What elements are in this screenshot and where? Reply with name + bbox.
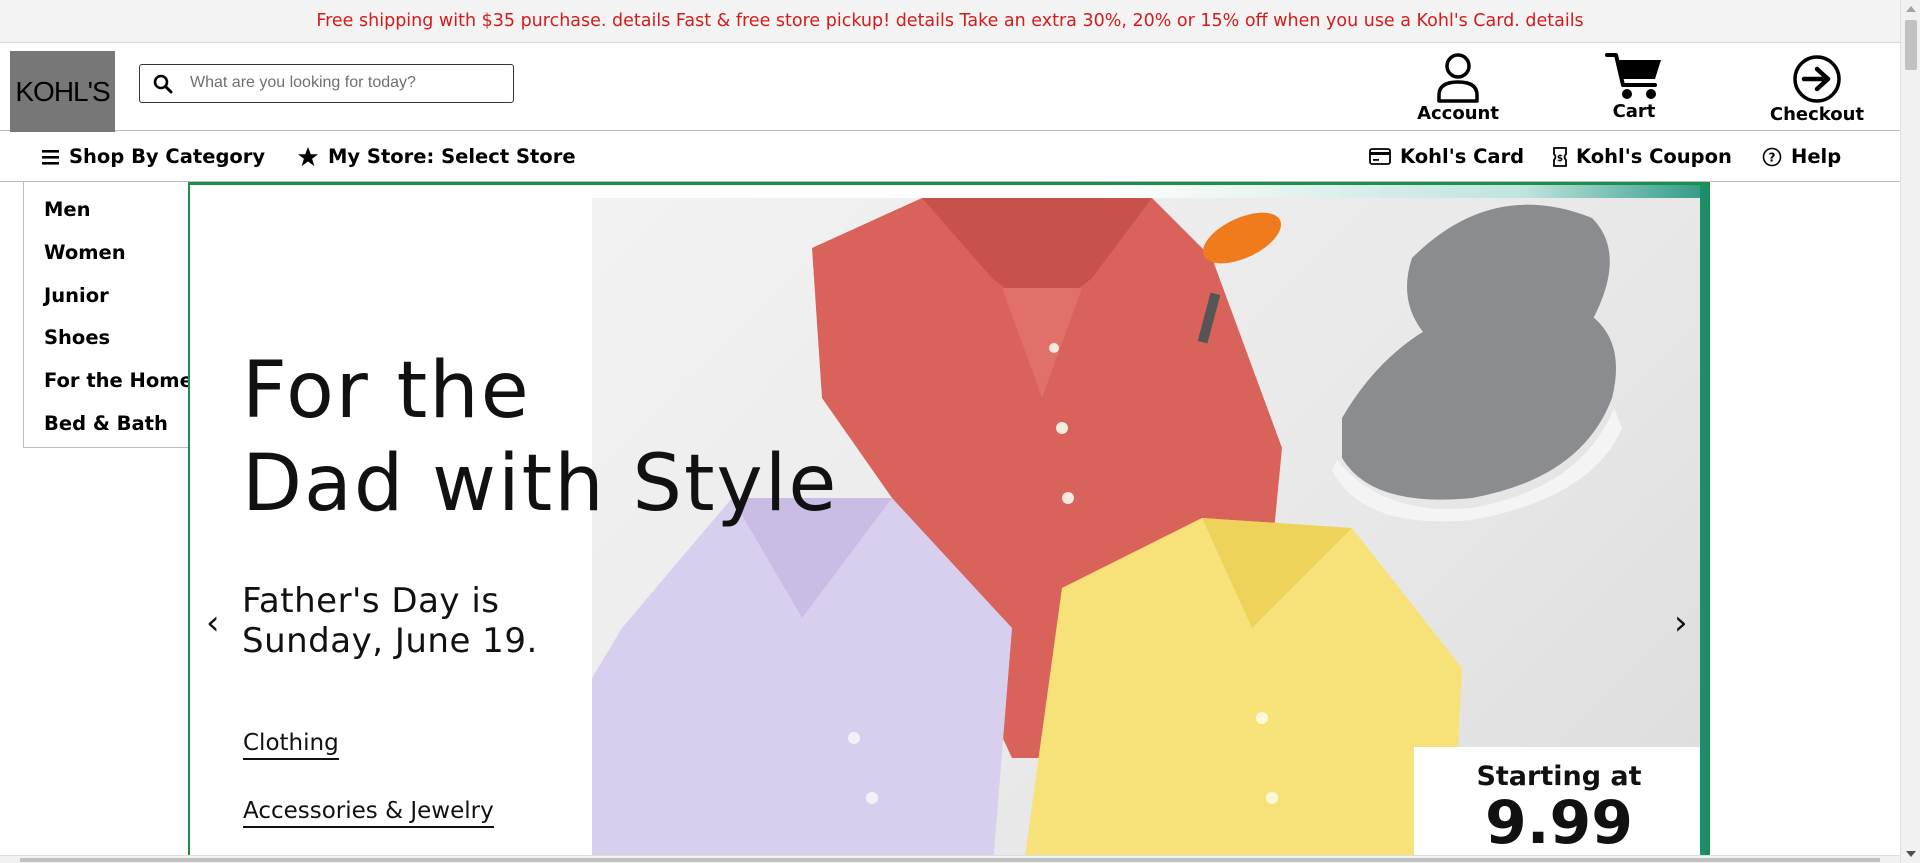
category-item-men[interactable]: Men <box>44 198 91 221</box>
kohls-logo[interactable]: KOHL'S <box>10 51 115 133</box>
category-menu: Men Women Junior Shoes For the Home Bed … <box>23 182 193 448</box>
kohls-card-label: Kohl's Card <box>1400 145 1525 168</box>
cart-label: Cart <box>1612 101 1656 122</box>
cart-icon <box>1605 53 1661 99</box>
scroll-up-arrow-icon[interactable] <box>1906 6 1916 12</box>
shop-by-category-button[interactable]: Shop By Category <box>42 145 265 168</box>
carousel-next-button[interactable]: › <box>1674 603 1688 643</box>
shop-by-category-label: Shop By Category <box>69 145 266 168</box>
search-box[interactable] <box>139 64 514 103</box>
help-label: Help <box>1791 145 1842 168</box>
my-store-label: My Store: Select Store <box>328 145 576 168</box>
vertical-scrollbar[interactable] <box>1900 0 1920 863</box>
account-button[interactable]: Account <box>1408 51 1508 124</box>
category-item-bed-bath[interactable]: Bed & Bath <box>44 412 168 435</box>
main-nav: Shop By Category My Store: Select Store … <box>0 132 1900 182</box>
cart-button[interactable]: Cart <box>1586 51 1682 122</box>
svg-text:$: $ <box>1557 154 1563 164</box>
site-header: KOHL'S Account Cart Checkout <box>0 43 1900 133</box>
horizontal-scrollbar[interactable] <box>0 855 1900 863</box>
price-value: 9.99 <box>1484 788 1634 858</box>
hero-headline-line1: For the <box>242 346 531 436</box>
category-item-shoes[interactable]: Shoes <box>44 326 110 349</box>
hero-top-strip <box>190 185 1708 198</box>
help-link[interactable]: ? Help <box>1762 145 1841 168</box>
svg-text:?: ? <box>1769 150 1776 164</box>
hero-headline-line2: Dad with Style <box>242 439 839 529</box>
hero-headline: For the Dad with Style <box>242 345 838 531</box>
coupon-icon: $ <box>1553 146 1567 167</box>
checkout-label: Checkout <box>1769 104 1865 125</box>
scroll-thumb[interactable] <box>1905 20 1917 70</box>
kohls-card-link[interactable]: Kohl's Card <box>1369 145 1524 168</box>
category-item-women[interactable]: Women <box>44 241 126 264</box>
question-circle-icon: ? <box>1762 147 1782 166</box>
price-callout: Starting at 9.99 <box>1414 747 1704 860</box>
my-store-button[interactable]: My Store: Select Store <box>297 145 576 168</box>
credit-card-icon <box>1369 148 1391 165</box>
horizontal-scroll-thumb[interactable] <box>20 858 1880 862</box>
hero-right-strip <box>1700 185 1708 860</box>
search-icon[interactable] <box>153 74 173 94</box>
promo-banner[interactable]: Free shipping with $35 purchase. details… <box>0 0 1900 43</box>
account-label: Account <box>1417 103 1499 124</box>
hero-sub-line2: Sunday, June 19. <box>242 621 538 661</box>
category-item-home[interactable]: For the Home <box>44 369 192 392</box>
category-item-junior[interactable]: Junior <box>44 284 109 307</box>
hamburger-icon <box>42 149 59 165</box>
kohls-coupon-link[interactable]: $ Kohl's Coupon <box>1553 145 1732 168</box>
user-icon <box>1437 53 1479 103</box>
scroll-down-arrow-icon[interactable] <box>1906 851 1916 857</box>
hero-link-clothing[interactable]: Clothing <box>243 730 339 760</box>
search-input[interactable] <box>190 70 500 96</box>
hero-subheadline: Father's Day is Sunday, June 19. <box>242 581 538 661</box>
carousel-prev-button[interactable]: ‹ <box>206 603 220 643</box>
hero-link-accessories[interactable]: Accessories & Jewelry <box>243 798 494 828</box>
hero-sub-line1: Father's Day is <box>242 581 500 621</box>
promo-text[interactable]: Free shipping with $35 purchase. details… <box>316 11 1583 31</box>
hero-carousel[interactable]: For the Dad with Style Father's Day is S… <box>188 182 1710 862</box>
kohls-coupon-label: Kohl's Coupon <box>1576 145 1732 168</box>
checkout-button[interactable]: Checkout <box>1764 54 1870 125</box>
star-icon <box>297 146 319 167</box>
arrow-circle-right-icon <box>1793 55 1841 103</box>
